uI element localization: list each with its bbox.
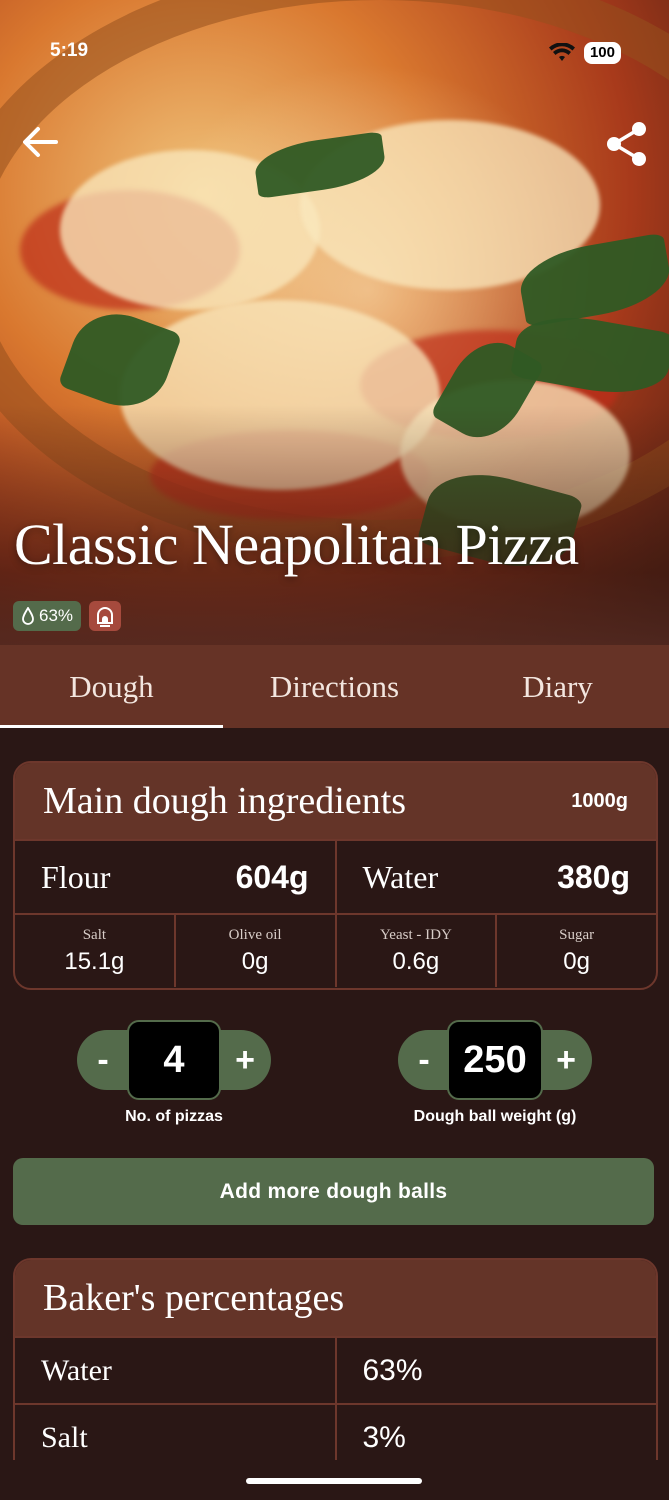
ingredients-total: 1000g	[571, 789, 628, 812]
sugar-label: Sugar	[559, 926, 595, 943]
ball-weight-increment-button[interactable]: +	[540, 1030, 592, 1090]
pct-water-value-cell: 63%	[334, 1338, 657, 1403]
ball-weight-input[interactable]: 250	[447, 1020, 543, 1100]
pct-water-value: 63%	[362, 1353, 423, 1387]
tab-dough[interactable]: Dough	[0, 645, 223, 728]
oven-chip	[89, 601, 122, 631]
tab-directions[interactable]: Directions	[223, 645, 446, 728]
tab-diary[interactable]: Diary	[446, 645, 669, 728]
pct-row-water: Water 63%	[15, 1336, 656, 1403]
hydration-chip: 63%	[13, 601, 82, 631]
recipe-chips: 63%	[13, 601, 122, 631]
recipe-tabs: Dough Directions Diary	[0, 645, 669, 728]
sugar-cell: Sugar 0g	[495, 915, 656, 987]
pizzas-decrement-button[interactable]: -	[77, 1030, 129, 1090]
percentages-header: Baker's percentages	[15, 1260, 656, 1336]
percentages-title: Baker's percentages	[43, 1277, 345, 1319]
share-icon[interactable]	[605, 120, 649, 168]
home-indicator[interactable]	[246, 1478, 422, 1484]
pct-water-label: Water	[41, 1353, 112, 1387]
ball-weight-stepper-group: - 250 + Dough ball weight (g)	[395, 1020, 595, 1126]
status-icons: 100	[548, 42, 621, 64]
yeast-label: Yeast - IDY	[379, 926, 452, 943]
ball-weight-label: Dough ball weight (g)	[413, 1108, 577, 1125]
oven-icon	[97, 607, 114, 627]
olive-oil-label: Olive oil	[228, 926, 282, 943]
pct-water-label-cell: Water	[15, 1338, 335, 1403]
ingredients-header: Main dough ingredients 1000g	[15, 763, 656, 839]
olive-oil-value: 0g	[241, 947, 269, 975]
pizzas-increment-button[interactable]: +	[219, 1030, 271, 1090]
olive-oil-cell: Olive oil 0g	[173, 915, 335, 987]
pizzas-stepper: - 4 +	[77, 1020, 271, 1100]
pizzas-stepper-group: - 4 + No. of pizzas	[74, 1020, 274, 1126]
droplet-icon	[22, 607, 34, 625]
major-ingredients-row: Flour 604g Water 380g	[15, 839, 656, 913]
flour-cell: Flour 604g	[15, 841, 335, 913]
ball-weight-stepper: - 250 +	[398, 1020, 592, 1100]
ingredients-title: Main dough ingredients	[43, 780, 407, 822]
salt-label: Salt	[82, 926, 107, 943]
hydration-value: 63%	[39, 606, 74, 625]
battery-indicator: 100	[583, 42, 621, 64]
salt-value: 15.1g	[64, 947, 125, 975]
flour-label: Flour	[41, 858, 111, 895]
pizzas-count-input[interactable]: 4	[127, 1020, 221, 1100]
yeast-cell: Yeast - IDY 0.6g	[334, 915, 496, 987]
sugar-value: 0g	[563, 947, 590, 975]
minor-ingredients-row: Salt 15.1g Olive oil 0g Yeast - IDY 0.6g…	[15, 913, 656, 987]
flour-value: 604g	[235, 858, 309, 895]
pct-salt-value: 3%	[362, 1420, 406, 1454]
ingredients-card: Main dough ingredients 1000g Flour 604g …	[13, 761, 658, 990]
status-time: 5:19	[50, 40, 89, 61]
ball-weight-decrement-button[interactable]: -	[398, 1030, 450, 1090]
percentages-card: Baker's percentages Water 63% Salt 3%	[13, 1258, 658, 1492]
wifi-icon	[548, 43, 575, 61]
yeast-value: 0.6g	[392, 947, 440, 975]
pizzas-label: No. of pizzas	[125, 1108, 223, 1125]
recipe-title: Classic Neapolitan Pizza	[14, 512, 579, 577]
add-dough-balls-button[interactable]: Add more dough balls	[13, 1158, 654, 1225]
water-label: Water	[362, 858, 439, 895]
pct-salt-label: Salt	[41, 1420, 88, 1454]
back-arrow-icon[interactable]	[20, 122, 60, 162]
water-cell: Water 380g	[334, 841, 657, 913]
water-value: 380g	[557, 858, 630, 895]
salt-cell: Salt 15.1g	[15, 915, 174, 987]
